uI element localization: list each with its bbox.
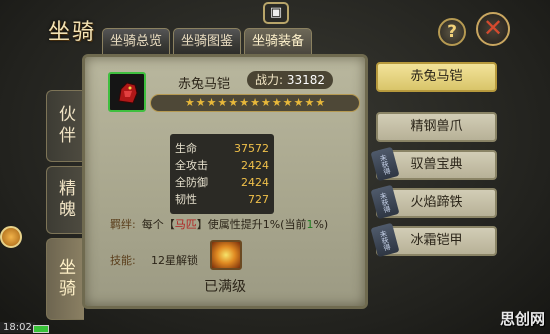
side-tab-mount[interactable]: 坐骑 xyxy=(46,238,84,320)
stat-label: 全攻击 xyxy=(175,159,208,172)
close-button[interactable]: ✕ xyxy=(476,12,510,46)
star-icon: ★ xyxy=(304,96,315,109)
tab-mount-codex[interactable]: 坐骑图鉴 xyxy=(173,28,242,54)
star-icon: ★ xyxy=(293,96,304,109)
equip-item-steel-claw[interactable]: 精钢兽爪 xyxy=(376,112,497,142)
star-icon: ★ xyxy=(228,96,239,109)
stat-row-toughness: 韧性 727 xyxy=(175,191,269,208)
battery-icon xyxy=(33,325,49,333)
watermark: 思创网 xyxy=(500,310,546,328)
stat-value: 2424 xyxy=(241,159,269,172)
stat-row-hp: 生命 37572 xyxy=(175,140,269,157)
side-tab-partner[interactable]: 伙伴 xyxy=(46,90,84,162)
fetter-label: 羁绊: xyxy=(110,218,136,231)
equip-item-label: 驭兽宝典 xyxy=(410,157,463,172)
mount-name: 赤兔马铠 xyxy=(178,77,231,92)
top-tabs: 坐骑总览 坐骑图鉴 坐骑装备 xyxy=(102,28,313,54)
star-icon: ★ xyxy=(217,96,228,109)
tab-mount-overview[interactable]: 坐骑总览 xyxy=(102,28,171,54)
star-rating: ★ ★ ★ ★ ★ ★ ★ ★ ★ ★ ★ ★ ★ xyxy=(150,94,360,112)
mount-portrait[interactable] xyxy=(108,72,146,112)
star-icon: ★ xyxy=(260,96,271,109)
equip-item-label: 精钢兽爪 xyxy=(410,119,463,134)
equip-item-label: 冰霜铠甲 xyxy=(410,233,463,248)
fetter-bonus: 羁绊: 每个【马匹】使属性提升1%(当前1%) xyxy=(110,216,328,232)
side-event-icon[interactable] xyxy=(0,226,22,248)
skill-unlock-text: 12星解锁 xyxy=(151,254,198,267)
equip-item-label: 赤兔马铠 xyxy=(410,69,463,84)
fetter-text: 】使属性提升1%(当前 xyxy=(196,218,307,231)
stat-label: 全防御 xyxy=(175,176,208,189)
camera-icon[interactable]: ▣ xyxy=(263,2,289,24)
star-icon: ★ xyxy=(250,96,260,109)
stat-label: 韧性 xyxy=(175,193,197,206)
stat-value: 727 xyxy=(248,193,269,206)
stat-value: 37572 xyxy=(234,142,269,155)
star-icon: ★ xyxy=(282,96,293,109)
skill-label: 技能: xyxy=(110,254,136,267)
stat-label: 生命 xyxy=(175,142,197,155)
star-icon: ★ xyxy=(184,96,195,109)
fetter-text: 每个【 xyxy=(141,218,175,231)
not-obtained-tag: 未获得 xyxy=(370,146,400,182)
side-tab-spirit[interactable]: 精魄 xyxy=(46,166,84,234)
equip-item-beast-manual[interactable]: 未获得 驭兽宝典 xyxy=(370,146,497,182)
equip-item-chitu-armor[interactable]: 赤兔马铠 xyxy=(376,62,497,92)
stats-panel: 生命 37572 全攻击 2424 全防御 2424 韧性 727 xyxy=(170,134,274,214)
page-title: 坐骑 xyxy=(48,20,97,45)
stat-row-attack: 全攻击 2424 xyxy=(175,157,269,174)
horse-armor-icon xyxy=(118,82,138,104)
max-level-status: 已满级 xyxy=(204,279,246,295)
power-label: 战力: xyxy=(255,73,284,87)
equip-item-label: 火焰蹄铁 xyxy=(410,195,463,210)
stat-row-defense: 全防御 2424 xyxy=(175,174,269,191)
star-icon: ★ xyxy=(239,96,250,109)
not-obtained-tag: 未获得 xyxy=(370,184,400,220)
star-icon: ★ xyxy=(315,96,326,109)
fetter-text: %) xyxy=(313,218,329,231)
star-icon: ★ xyxy=(195,96,206,109)
stat-value: 2424 xyxy=(241,176,269,189)
equip-item-frost-armor[interactable]: 未获得 冰霜铠甲 xyxy=(370,222,497,258)
star-icon: ★ xyxy=(271,96,282,109)
skill-fire-icon[interactable] xyxy=(210,240,242,270)
equip-item-flame-horseshoe[interactable]: 未获得 火焰蹄铁 xyxy=(370,184,497,220)
power-value: 33182 xyxy=(286,73,326,87)
tab-mount-equipment[interactable]: 坐骑装备 xyxy=(244,28,313,54)
help-button[interactable]: ? xyxy=(438,18,466,46)
game-window: 坐骑 ▣ 坐骑总览 坐骑图鉴 坐骑装备 ? ✕ 伙伴 精魄 坐骑 赤兔马铠 战力… xyxy=(0,0,550,334)
status-time: 18:02 xyxy=(0,322,35,333)
combat-power: 战力: 33182 xyxy=(247,71,334,89)
not-obtained-tag: 未获得 xyxy=(370,222,400,258)
star-icon: ★ xyxy=(206,96,217,109)
fetter-tag: 马匹 xyxy=(174,218,197,231)
